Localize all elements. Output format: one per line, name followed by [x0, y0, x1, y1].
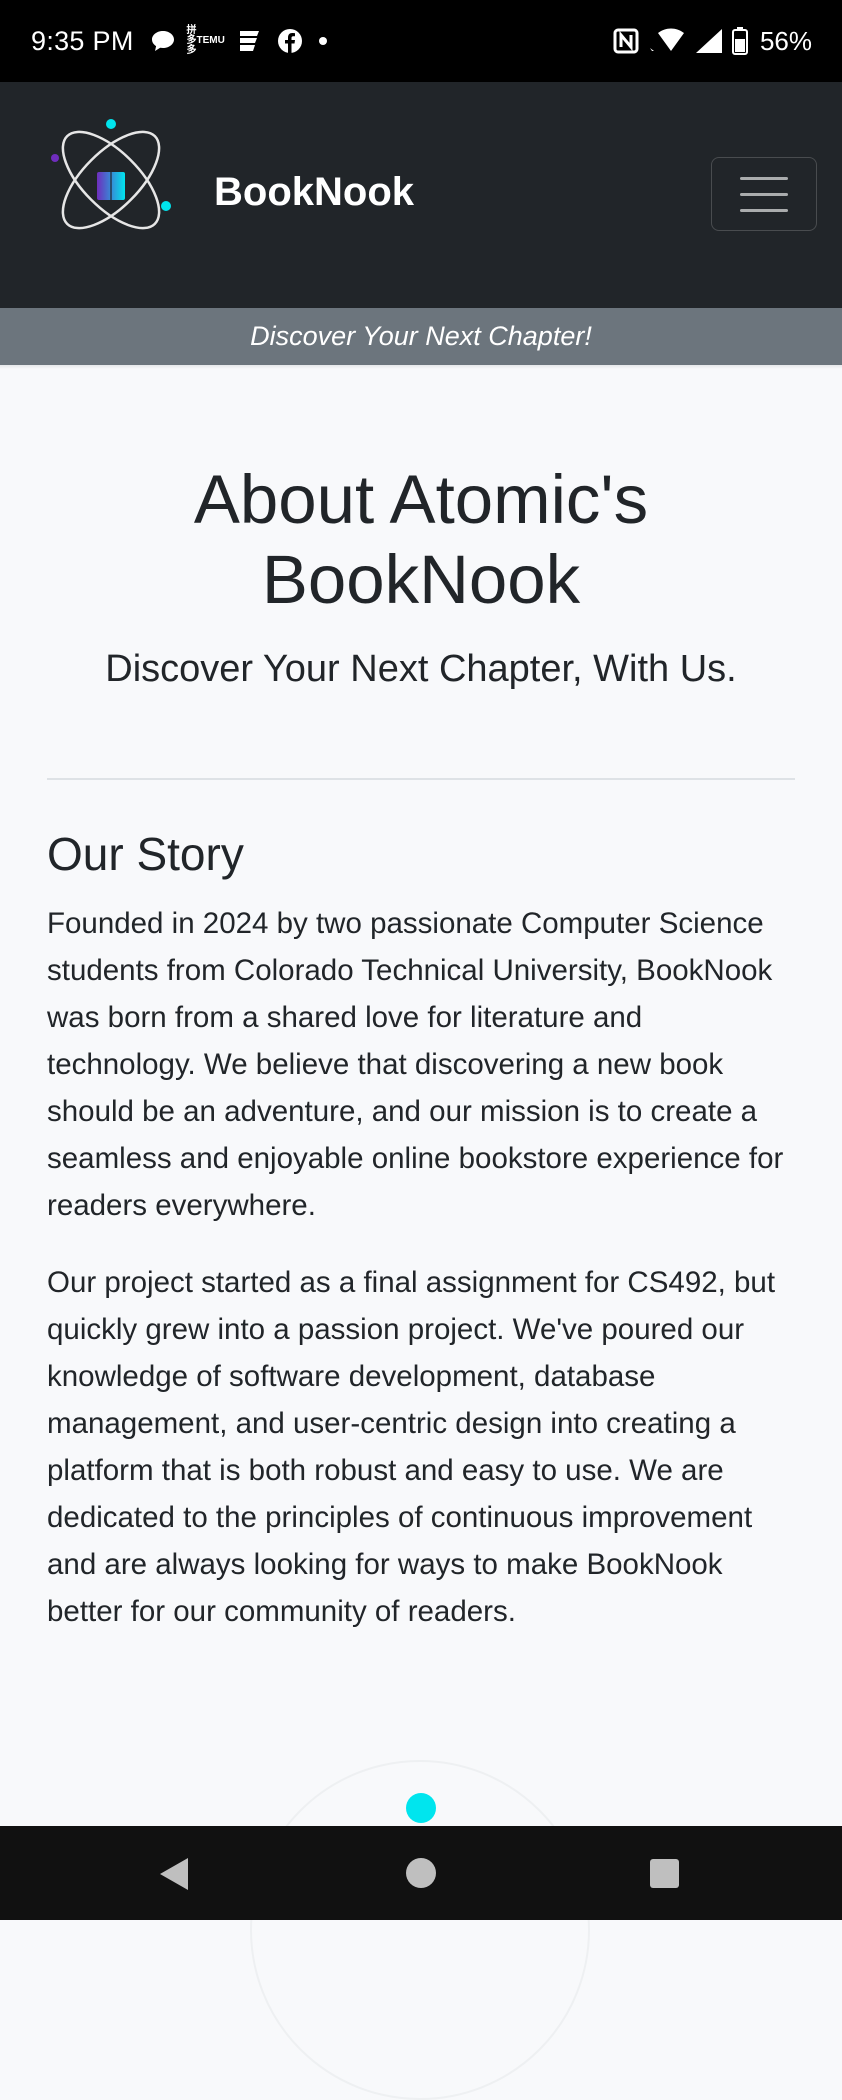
status-bar: 9:35 PM 拼多多 TEMU 56% [0, 0, 842, 82]
battery-percentage: 56% [759, 25, 812, 56]
story-paragraph-1: Founded in 2024 by two passionate Comput… [47, 907, 784, 1222]
atom-book-logo[interactable] [46, 116, 176, 246]
tagline-banner: Discover Your Next Chapter! [0, 308, 842, 365]
story-paragraph-2: Our project started as a final assignmen… [47, 1266, 776, 1628]
battery-icon [731, 27, 748, 55]
temu-icon: 拼多多 TEMU [186, 26, 225, 56]
status-bar-right: 56% [612, 26, 812, 57]
signal-icon [694, 27, 724, 55]
page-subtitle: Discover Your Next Chapter, With Us. [105, 648, 737, 690]
section-divider [47, 778, 795, 780]
navbar: BookNook [0, 82, 842, 308]
temu-label-bottom: TEMU [196, 35, 225, 46]
temu-label-top: 拼多多 [186, 25, 197, 56]
status-time: 9:35 PM [31, 25, 134, 56]
back-triangle-icon[interactable] [160, 1858, 188, 1890]
status-bar-left: 9:35 PM 拼多多 TEMU [31, 26, 343, 57]
loading-spinner-dot [406, 1793, 436, 1823]
facebook-icon [277, 28, 303, 54]
news-icon [236, 28, 262, 54]
brand-name[interactable]: BookNook [214, 168, 414, 216]
menu-bar [740, 208, 788, 212]
wifi-icon [648, 27, 686, 55]
banner-shadow [0, 365, 842, 369]
story-heading: Our Story [47, 828, 244, 880]
home-circle-icon[interactable] [406, 1858, 436, 1888]
page-title: About Atomic's BookNook [0, 460, 842, 620]
page-title-line2: BookNook [261, 541, 581, 618]
nfc-icon [612, 27, 640, 55]
system-navigation-bar [0, 1826, 842, 1920]
menu-bar [740, 192, 788, 196]
page-title-line1: About Atomic's [193, 461, 649, 538]
chat-bubble-icon [150, 29, 176, 53]
hamburger-menu-icon[interactable] [711, 157, 817, 231]
recents-square-icon[interactable] [650, 1859, 679, 1888]
dot-icon [318, 36, 328, 46]
menu-bar [740, 176, 788, 180]
